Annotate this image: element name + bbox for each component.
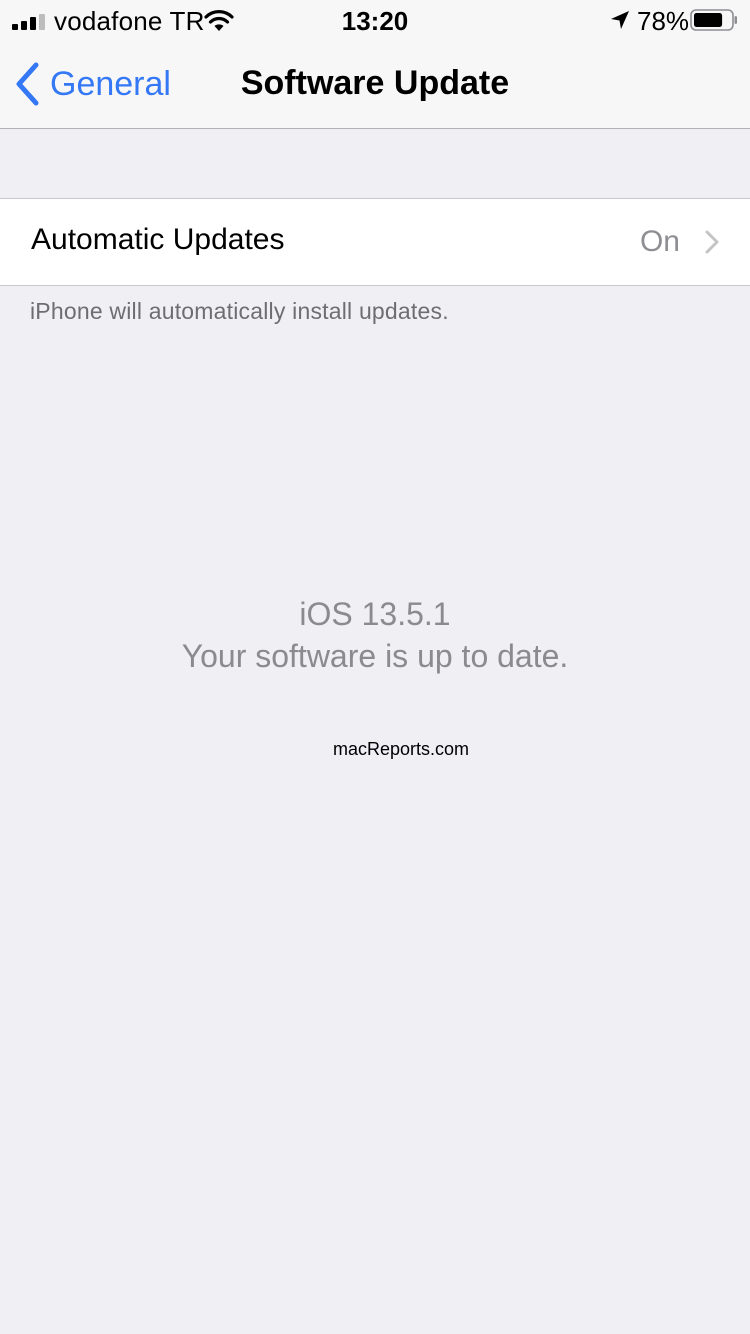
battery-icon: [690, 9, 737, 31]
chevron-right-icon: [705, 230, 719, 254]
automatic-updates-row[interactable]: Automatic Updates On: [0, 198, 750, 286]
navigation-bar: General Software Update: [0, 40, 750, 129]
watermark: macReports.com: [333, 739, 470, 759]
page-title: Software Update: [240, 64, 510, 102]
battery-percent: 78%: [637, 6, 690, 36]
automatic-updates-label: Automatic Updates: [31, 223, 285, 256]
automatic-updates-footer: iPhone will automatically install update…: [30, 298, 449, 324]
automatic-updates-value: On: [639, 225, 680, 258]
status-bar: vodafone TR 13:20 78%: [0, 0, 750, 40]
ios-version: iOS 13.5.1: [299, 596, 451, 632]
up-to-date-message: Your software is up to date.: [181, 638, 569, 674]
location-arrow-icon: [611, 11, 629, 29]
